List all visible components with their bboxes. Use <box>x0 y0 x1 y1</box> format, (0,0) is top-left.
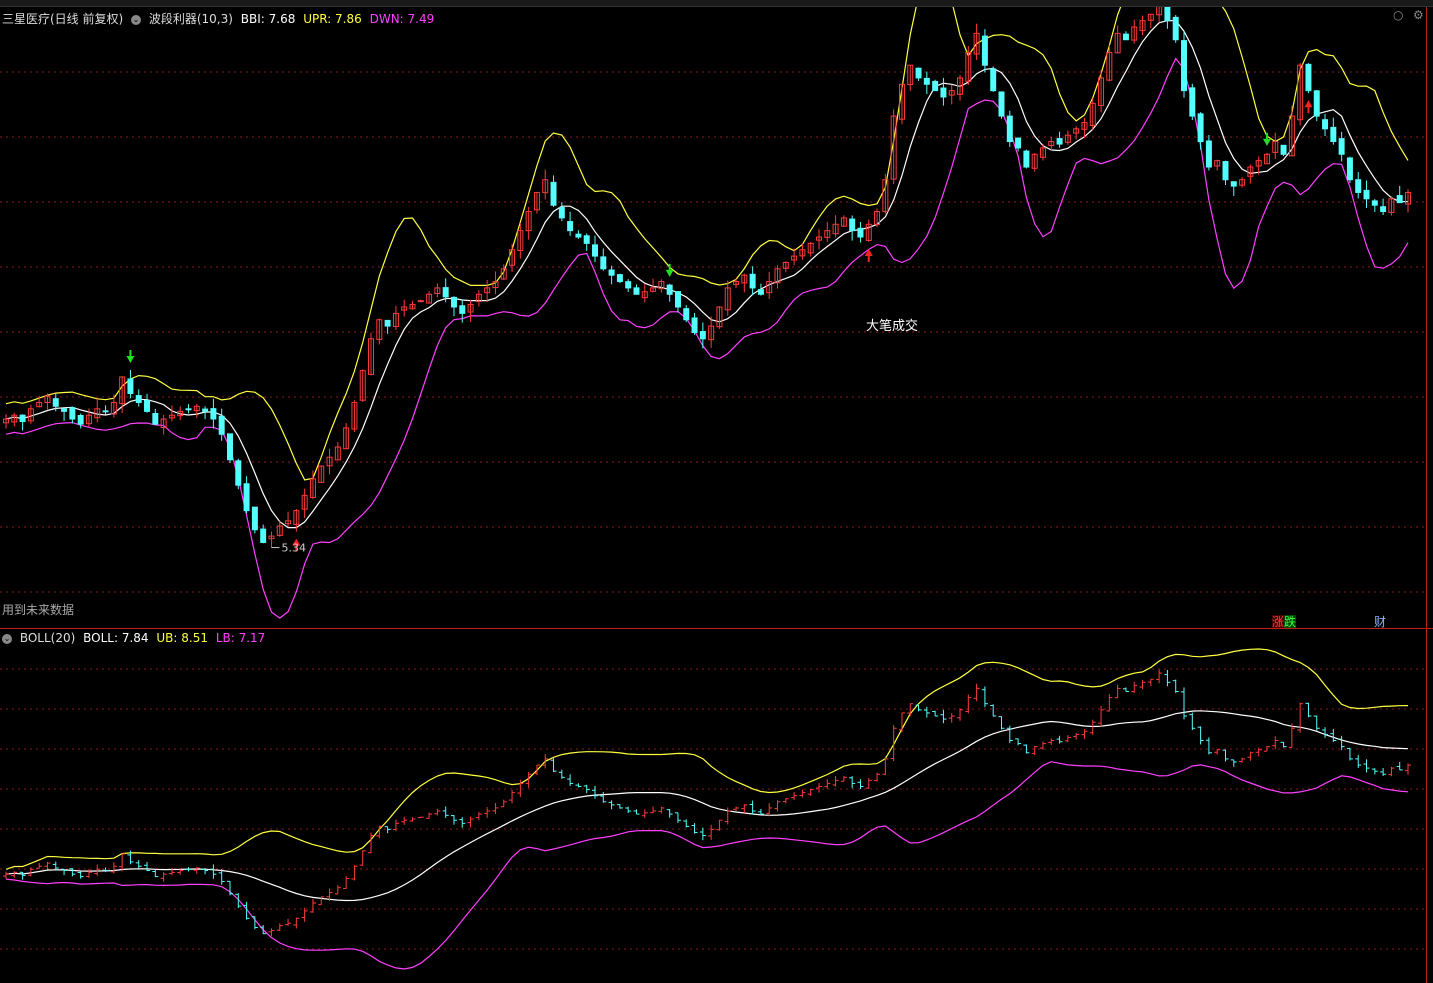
candle-body <box>52 398 59 407</box>
candle-body <box>932 80 939 92</box>
candle-body <box>1396 195 1403 204</box>
candle-body <box>1015 137 1022 149</box>
main-price-chart[interactable]: 9.275.34 <box>0 7 1426 627</box>
candle-body <box>998 91 1005 117</box>
top-menu-bar <box>0 0 1433 7</box>
candle-body <box>981 35 988 66</box>
sell-arrow-icon <box>665 263 674 277</box>
candle-body <box>699 330 706 340</box>
candle-body <box>61 408 68 412</box>
candle-body <box>442 287 449 298</box>
candle-body <box>1205 140 1212 168</box>
boll-line <box>5 710 1409 902</box>
candle-body <box>1330 126 1337 143</box>
candle-body <box>77 415 84 425</box>
candle-body <box>459 305 466 314</box>
candle-body <box>69 407 76 420</box>
candle-body <box>1164 7 1171 22</box>
candle-body <box>1172 16 1179 41</box>
candle-body <box>1189 87 1196 117</box>
sell-arrow-icon <box>126 349 135 363</box>
candle-body <box>384 319 391 327</box>
candle-body <box>1197 113 1204 143</box>
candle-body <box>185 408 192 411</box>
bbi-line <box>5 20 1408 529</box>
tag-up[interactable]: 涨 <box>1272 615 1285 629</box>
candle-body <box>990 68 997 92</box>
candle-body <box>616 274 623 283</box>
ub-line <box>5 648 1409 870</box>
candle-body <box>1056 138 1063 145</box>
candle-body <box>683 308 690 321</box>
candle-body <box>915 67 922 79</box>
candle-body <box>583 235 590 244</box>
dwn-line <box>5 57 1409 619</box>
candle-body <box>210 408 217 420</box>
candle-body <box>600 256 607 270</box>
candle-body <box>260 528 267 543</box>
low-price-label: 5.34 <box>281 542 306 555</box>
candle-body <box>1313 90 1320 117</box>
candle-body <box>749 273 756 289</box>
right-scroll-edge <box>1426 7 1427 983</box>
candle-body <box>1346 157 1353 181</box>
buy-arrow-icon <box>1304 100 1313 114</box>
boll-chart[interactable] <box>0 629 1426 983</box>
candle-body <box>450 296 457 308</box>
candle-body <box>608 269 615 276</box>
candle-body <box>849 218 856 232</box>
tag-down[interactable]: 跌 <box>1284 615 1297 629</box>
candle-body <box>691 317 698 333</box>
candle-body <box>1280 144 1287 155</box>
candle-body <box>1222 161 1229 181</box>
candle-body <box>152 412 159 425</box>
candle-body <box>1338 138 1345 155</box>
candle-body <box>567 221 574 232</box>
candle-body <box>550 181 557 206</box>
candle-body <box>1363 189 1370 200</box>
candle-body <box>235 460 242 486</box>
candle-body <box>102 410 109 413</box>
sell-arrow-icon <box>1262 132 1271 146</box>
lb-line <box>5 761 1409 970</box>
candle-body <box>1355 179 1362 193</box>
candle-body <box>135 395 142 403</box>
candle-body <box>857 227 864 238</box>
circle-icon[interactable]: ○ <box>1393 8 1403 22</box>
candle-body <box>144 399 151 412</box>
future-data-warning: 用到未来数据 <box>2 603 75 617</box>
candle-body <box>575 233 582 238</box>
candle-body <box>558 206 565 219</box>
candle-body <box>633 287 640 295</box>
big-trade-label: 大笔成交 <box>866 319 919 334</box>
candle-body <box>592 244 598 257</box>
candle-body <box>625 281 632 289</box>
candle-body <box>1006 115 1013 143</box>
candle-body <box>226 433 233 461</box>
candle-body <box>1305 63 1312 92</box>
candle-body <box>1023 150 1030 168</box>
candle-body <box>923 77 930 85</box>
candle-body <box>1380 206 1387 213</box>
candle-body <box>757 289 764 295</box>
candle-body <box>1371 200 1378 206</box>
candle-body <box>19 414 26 423</box>
candle-body <box>243 483 250 512</box>
candle-body <box>1322 119 1329 130</box>
candle-body <box>1181 40 1188 92</box>
settings-icon[interactable]: ⚙ <box>1413 8 1424 22</box>
candle-body <box>202 408 209 412</box>
candle-body <box>674 291 681 308</box>
candle-body <box>940 87 947 98</box>
candle-body <box>1230 181 1237 187</box>
candle-body <box>666 284 673 295</box>
candle-body <box>127 378 134 395</box>
candle-body <box>218 415 225 435</box>
candle-body <box>417 300 424 303</box>
candle-body <box>1122 33 1129 41</box>
candle-body <box>251 506 258 531</box>
